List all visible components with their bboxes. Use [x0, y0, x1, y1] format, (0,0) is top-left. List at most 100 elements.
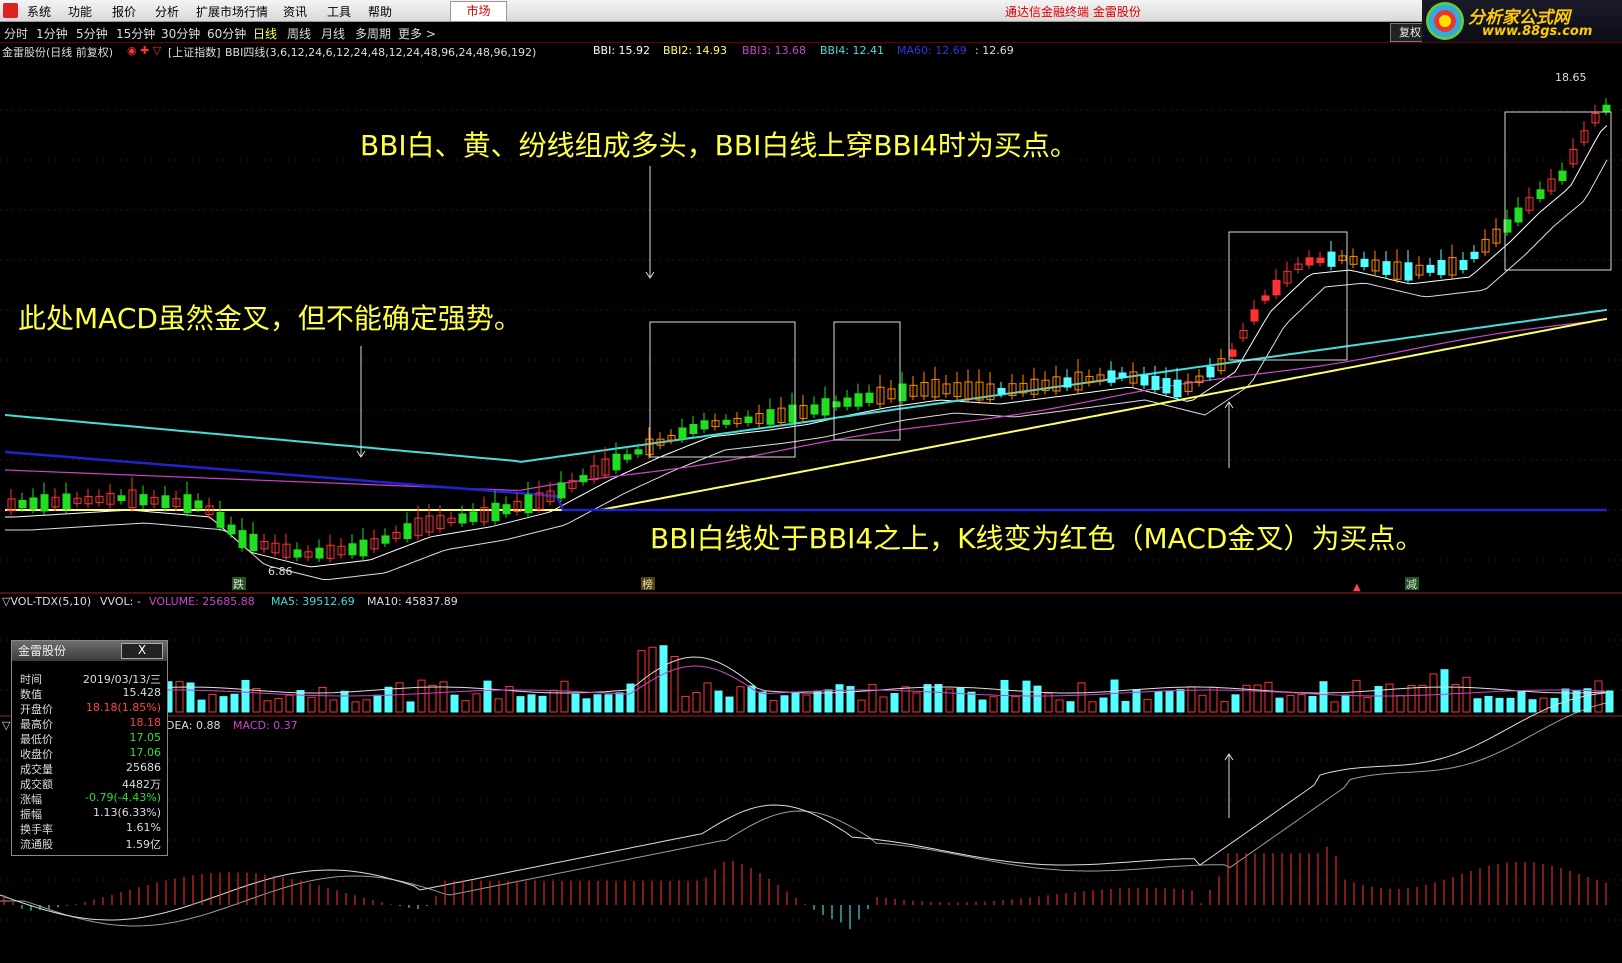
volume-bar [1000, 679, 1009, 713]
volume-bar [296, 690, 305, 713]
volume-bar [1011, 696, 1020, 713]
volume-bar [439, 681, 448, 713]
vvol-value: VVOL: - [100, 595, 141, 608]
volume-bar [1429, 673, 1438, 713]
volume-bar [252, 687, 261, 713]
volume-bar [1484, 695, 1493, 713]
arrow-down-icon [645, 166, 655, 279]
arrow-up-icon [1224, 401, 1234, 468]
info-row: 振幅 1.13(6.33%) [20, 806, 161, 821]
volume-bar [285, 694, 294, 713]
die-marker-label: 跌 [233, 577, 244, 591]
volume-bar [978, 699, 987, 713]
info-row: 流通股 1.59亿 [20, 838, 161, 851]
volume-bar [835, 684, 844, 713]
highlight-box [833, 321, 901, 441]
highlight-box [1504, 111, 1612, 271]
volume-bar [494, 698, 503, 713]
volume-bar [373, 694, 382, 713]
volume-bar [615, 692, 624, 713]
volume-bar [362, 699, 371, 713]
volume-bar [1528, 699, 1537, 713]
volume-bar [307, 696, 316, 713]
volume-bar [1473, 698, 1482, 713]
volume-bar [1231, 694, 1240, 713]
volume-indicator-name[interactable]: ▽VOL-TDX(5,10) [2, 595, 91, 608]
volume-bar [351, 701, 360, 713]
volume-bar [813, 690, 822, 713]
volume-bar [1440, 669, 1449, 713]
info-row: 时间 2019/03/13/三 [20, 673, 161, 686]
annotation-top: BBI白、黄、纷线组成多头，BBI白线上穿BBI4时为买点。 [360, 129, 1078, 162]
volume-bar [1363, 696, 1372, 713]
volume-bar [527, 694, 536, 713]
dea-value: DEA: 0.88 [166, 719, 221, 732]
volume-bar [1286, 694, 1295, 713]
volume-bar [1220, 701, 1229, 713]
volume-bar [1033, 685, 1042, 713]
volume-bar [989, 696, 998, 713]
info-row: 开盘价 18.18(1.85%) [20, 701, 161, 716]
volume-bar [571, 693, 580, 713]
volume-bar [329, 699, 338, 713]
candle [348, 543, 357, 556]
vol-ma5-value: MA5: 39512.69 [271, 595, 355, 608]
volume-bars[interactable] [164, 645, 1614, 713]
candle [315, 547, 324, 559]
volume-bar [263, 700, 272, 713]
volume-bar [769, 700, 778, 713]
stock-info-panel[interactable]: 金雷股份 X 时间 2019/03/13/三 数值 15.428 开盘价 18.18(… [11, 640, 168, 856]
candle [1272, 279, 1281, 296]
volume-bar [1121, 700, 1130, 713]
candle [1514, 207, 1523, 223]
candle [1558, 170, 1567, 182]
volume-bar [1341, 694, 1350, 713]
volume-bar [538, 695, 547, 713]
candle [194, 500, 203, 509]
candle [1536, 189, 1545, 200]
volume-bar [230, 693, 239, 713]
candle [403, 523, 412, 539]
candle [1228, 349, 1237, 357]
candle [821, 398, 830, 416]
volume-bar [791, 691, 800, 713]
volume-bar [1209, 686, 1218, 713]
info-row: 成交量 25686 [20, 761, 161, 776]
volume-bar [890, 693, 899, 713]
candle [1151, 375, 1160, 391]
volume-bar [582, 698, 591, 713]
macd-collapse-icon[interactable]: ▽ [2, 719, 10, 732]
volume-bar [912, 692, 921, 713]
info-row: 成交额 4482万 [20, 778, 161, 791]
close-button[interactable]: X [121, 643, 163, 659]
info-row: 收盘价 17.06 [20, 746, 161, 761]
volume-bar [1297, 693, 1306, 713]
candle [183, 494, 192, 513]
info-row: 最高价 18.18 [20, 716, 161, 731]
volume-bar [208, 693, 217, 713]
volume-bar [384, 686, 393, 713]
bang-marker-label: 榜 [642, 577, 653, 591]
volume-ma5-line [164, 656, 1606, 694]
volume-bar [626, 683, 635, 713]
candle [1459, 260, 1468, 270]
candle [1173, 379, 1182, 398]
volume-bar [681, 695, 690, 713]
volume-bar [197, 699, 206, 713]
candle [227, 524, 236, 535]
annotation-bottom: BBI白线处于BBI4之上，K线变为红色（MACD金叉）为买点。 [650, 522, 1424, 555]
volume-bar [725, 696, 734, 713]
info-panel-titlebar[interactable]: 金雷股份 X [12, 641, 167, 661]
candle [40, 494, 49, 512]
bbi-lines [4, 125, 1608, 580]
indicator-line [5, 125, 1608, 568]
up-triangle-icon: ▲ [1353, 582, 1361, 593]
volume-bar [967, 691, 976, 713]
volume-bar [1506, 697, 1515, 713]
volume-bar [340, 690, 349, 713]
candle [1327, 251, 1336, 267]
volume-bar [593, 694, 602, 713]
volume-bar [1407, 684, 1416, 713]
info-row: 数值 15.428 [20, 686, 161, 701]
candle [1261, 295, 1270, 301]
